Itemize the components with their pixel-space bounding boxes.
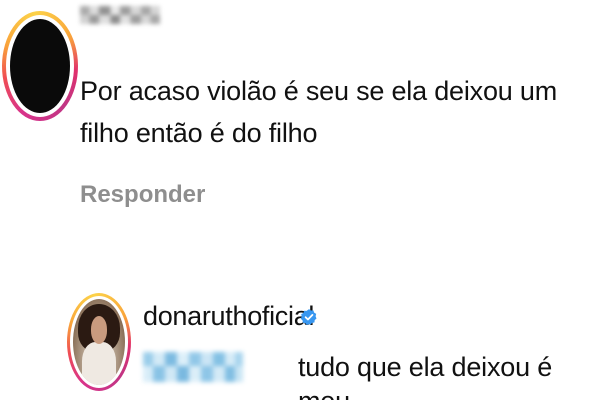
- comment-text: Por acaso violão é seu se ela deixou um …: [80, 76, 557, 148]
- avatar-image: [73, 299, 125, 385]
- username-link[interactable]: donaruthoficial: [143, 299, 314, 333]
- reply-text: tudo que ela deixou é meu: [298, 352, 553, 400]
- verified-badge-icon: [300, 309, 317, 325]
- blurred-username: [80, 6, 160, 24]
- reply-button[interactable]: Responder: [80, 180, 205, 210]
- comments-screen: Por acaso violão é seu se ela deixou um …: [0, 0, 600, 400]
- blurred-mention[interactable]: [143, 352, 243, 382]
- donaruth-avatar[interactable]: [67, 293, 131, 391]
- avatar-image: [10, 19, 70, 113]
- commenter-avatar[interactable]: [2, 11, 78, 121]
